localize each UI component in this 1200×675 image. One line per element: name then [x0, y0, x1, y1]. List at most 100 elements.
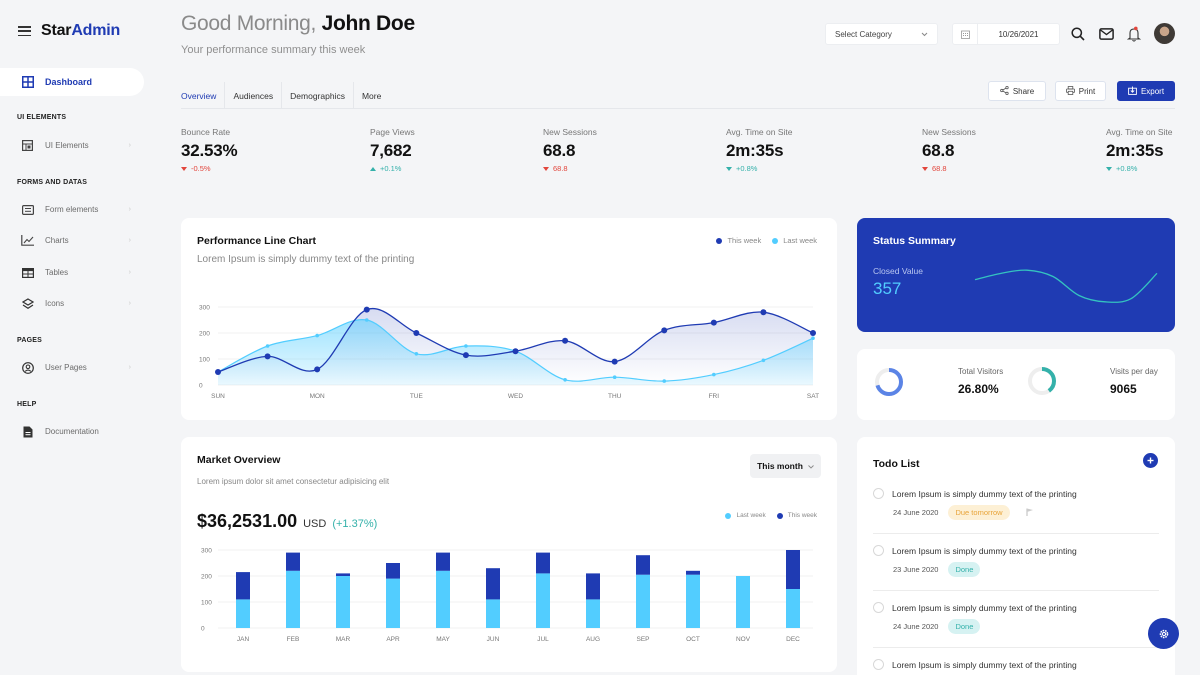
sidebar-item-charts[interactable]: Charts › — [21, 234, 131, 247]
plus-icon — [1147, 457, 1154, 464]
share-button[interactable]: Share — [988, 81, 1046, 101]
chart-icon — [21, 234, 34, 247]
y-tick-label: 0 — [201, 626, 205, 633]
y-tick-label: 200 — [201, 574, 212, 581]
sidebar-item-label: UI Elements — [45, 141, 118, 150]
arrow-up-icon — [370, 167, 376, 171]
print-button[interactable]: Print — [1055, 81, 1106, 101]
calendar-icon[interactable] — [953, 24, 978, 44]
todo-checkbox[interactable] — [873, 659, 884, 670]
export-label: Export — [1141, 87, 1164, 96]
brand-part2: Admin — [71, 22, 120, 39]
brand-logo[interactable]: StarAdmin — [41, 22, 120, 40]
x-tick-label: FRI — [709, 393, 720, 400]
status-sparkline — [972, 263, 1162, 313]
y-tick-label: 300 — [199, 305, 210, 312]
stat-label: Bounce Rate — [181, 127, 237, 137]
x-tick-label: DEC — [786, 636, 800, 643]
chevron-right-icon: › — [129, 206, 131, 213]
section-help: HELP — [17, 401, 36, 408]
sidebar-item-dashboard[interactable]: Dashboard — [0, 68, 144, 96]
bar-last-week — [736, 576, 750, 628]
point-last-week — [563, 378, 567, 382]
tab-more[interactable]: More — [354, 82, 389, 109]
flag-icon[interactable] — [1026, 508, 1034, 518]
stat-page-views: Page Views7,682+0.1% — [370, 127, 415, 173]
sparkline-path — [975, 270, 1157, 302]
settings-button[interactable] — [1148, 618, 1179, 649]
sidebar-item-tables[interactable]: Tables › — [21, 266, 131, 279]
point-this-week — [760, 309, 766, 315]
date-picker[interactable]: 10/26/2021 — [952, 23, 1060, 45]
stat-bounce-rate: Bounce Rate32.53%-0.5% — [181, 127, 237, 173]
bell-icon[interactable] — [1126, 26, 1142, 42]
user-avatar[interactable] — [1154, 23, 1175, 44]
total-visitors-value: 26.80% — [958, 382, 999, 396]
todo-status-badge: Done — [948, 619, 980, 634]
tab-demographics[interactable]: Demographics — [282, 82, 354, 109]
todo-text: Lorem Ipsum is simply dummy text of the … — [892, 546, 1077, 556]
greeting: Good Morning, John Doe — [181, 12, 415, 36]
brand-part1: Star — [41, 22, 71, 39]
stat-value: 32.53% — [181, 141, 237, 161]
visitors-card: Total Visitors 26.80% Visits per day 906… — [857, 349, 1175, 420]
category-select[interactable]: Select Category — [825, 23, 938, 45]
sidebar-item-label: Form elements — [45, 205, 118, 214]
tab-overview[interactable]: Overview — [181, 82, 225, 109]
bar-last-week — [336, 576, 350, 628]
visits-per-day-donut — [1026, 365, 1058, 397]
todo-divider — [873, 647, 1159, 648]
x-tick-label: SAT — [807, 393, 819, 400]
point-this-week — [413, 330, 419, 336]
mail-icon[interactable] — [1098, 26, 1114, 42]
export-button[interactable]: Export — [1117, 81, 1175, 101]
todo-checkbox[interactable] — [873, 545, 884, 556]
print-label: Print — [1079, 87, 1095, 96]
bar-last-week — [686, 575, 700, 628]
date-value: 10/26/2021 — [978, 30, 1059, 39]
brand: StarAdmin — [18, 22, 120, 40]
bar-last-week — [486, 599, 500, 628]
stat-value: 68.8 — [922, 141, 976, 161]
menu-toggle-icon[interactable] — [18, 26, 31, 36]
todo-checkbox[interactable] — [873, 488, 884, 499]
point-last-week — [762, 359, 766, 363]
stat-value: 68.8 — [543, 141, 597, 161]
search-icon[interactable] — [1070, 26, 1086, 42]
section-ui-elements: UI ELEMENTS — [17, 114, 66, 121]
tab-audiences[interactable]: Audiences — [225, 82, 282, 109]
point-this-week — [711, 320, 717, 326]
point-last-week — [365, 318, 369, 322]
todo-divider — [873, 533, 1159, 534]
add-todo-button[interactable] — [1143, 453, 1158, 468]
stat-value: 2m:35s — [1106, 141, 1172, 161]
point-this-week — [562, 338, 568, 344]
sidebar-item-label: Tables — [45, 268, 118, 277]
visits-per-day-label: Visits per day — [1110, 367, 1158, 376]
x-tick-label: MAY — [436, 636, 450, 643]
y-tick-label: 0 — [199, 383, 203, 390]
stat-change: +0.8% — [1106, 164, 1172, 173]
x-tick-label: TUE — [410, 393, 424, 400]
bar-last-week — [286, 571, 300, 628]
market-overview-card: Market Overview Lorem ipsum dolor sit am… — [181, 437, 837, 672]
sidebar-item-icons[interactable]: Icons › — [21, 297, 131, 310]
sidebar-item-documentation[interactable]: Documentation — [21, 425, 131, 438]
gear-icon — [1158, 628, 1170, 640]
bar-this-week — [636, 555, 650, 575]
point-last-week — [613, 375, 617, 379]
sidebar-item-label: Dashboard — [45, 77, 92, 87]
sidebar-item-ui-elements[interactable]: UI Elements › — [21, 139, 131, 152]
chevron-right-icon: › — [129, 364, 131, 371]
point-last-week — [662, 379, 666, 383]
sidebar-item-label: Charts — [45, 236, 118, 245]
arrow-down-icon — [1106, 167, 1112, 171]
todo-checkbox[interactable] — [873, 602, 884, 613]
y-tick-label: 100 — [199, 357, 210, 364]
sidebar-item-form-elements[interactable]: Form elements › — [21, 203, 131, 216]
form-icon — [21, 203, 34, 216]
sidebar-item-user-pages[interactable]: User Pages › — [21, 361, 131, 374]
export-icon — [1128, 86, 1137, 97]
point-last-week — [266, 344, 270, 348]
bar-last-week — [786, 589, 800, 628]
